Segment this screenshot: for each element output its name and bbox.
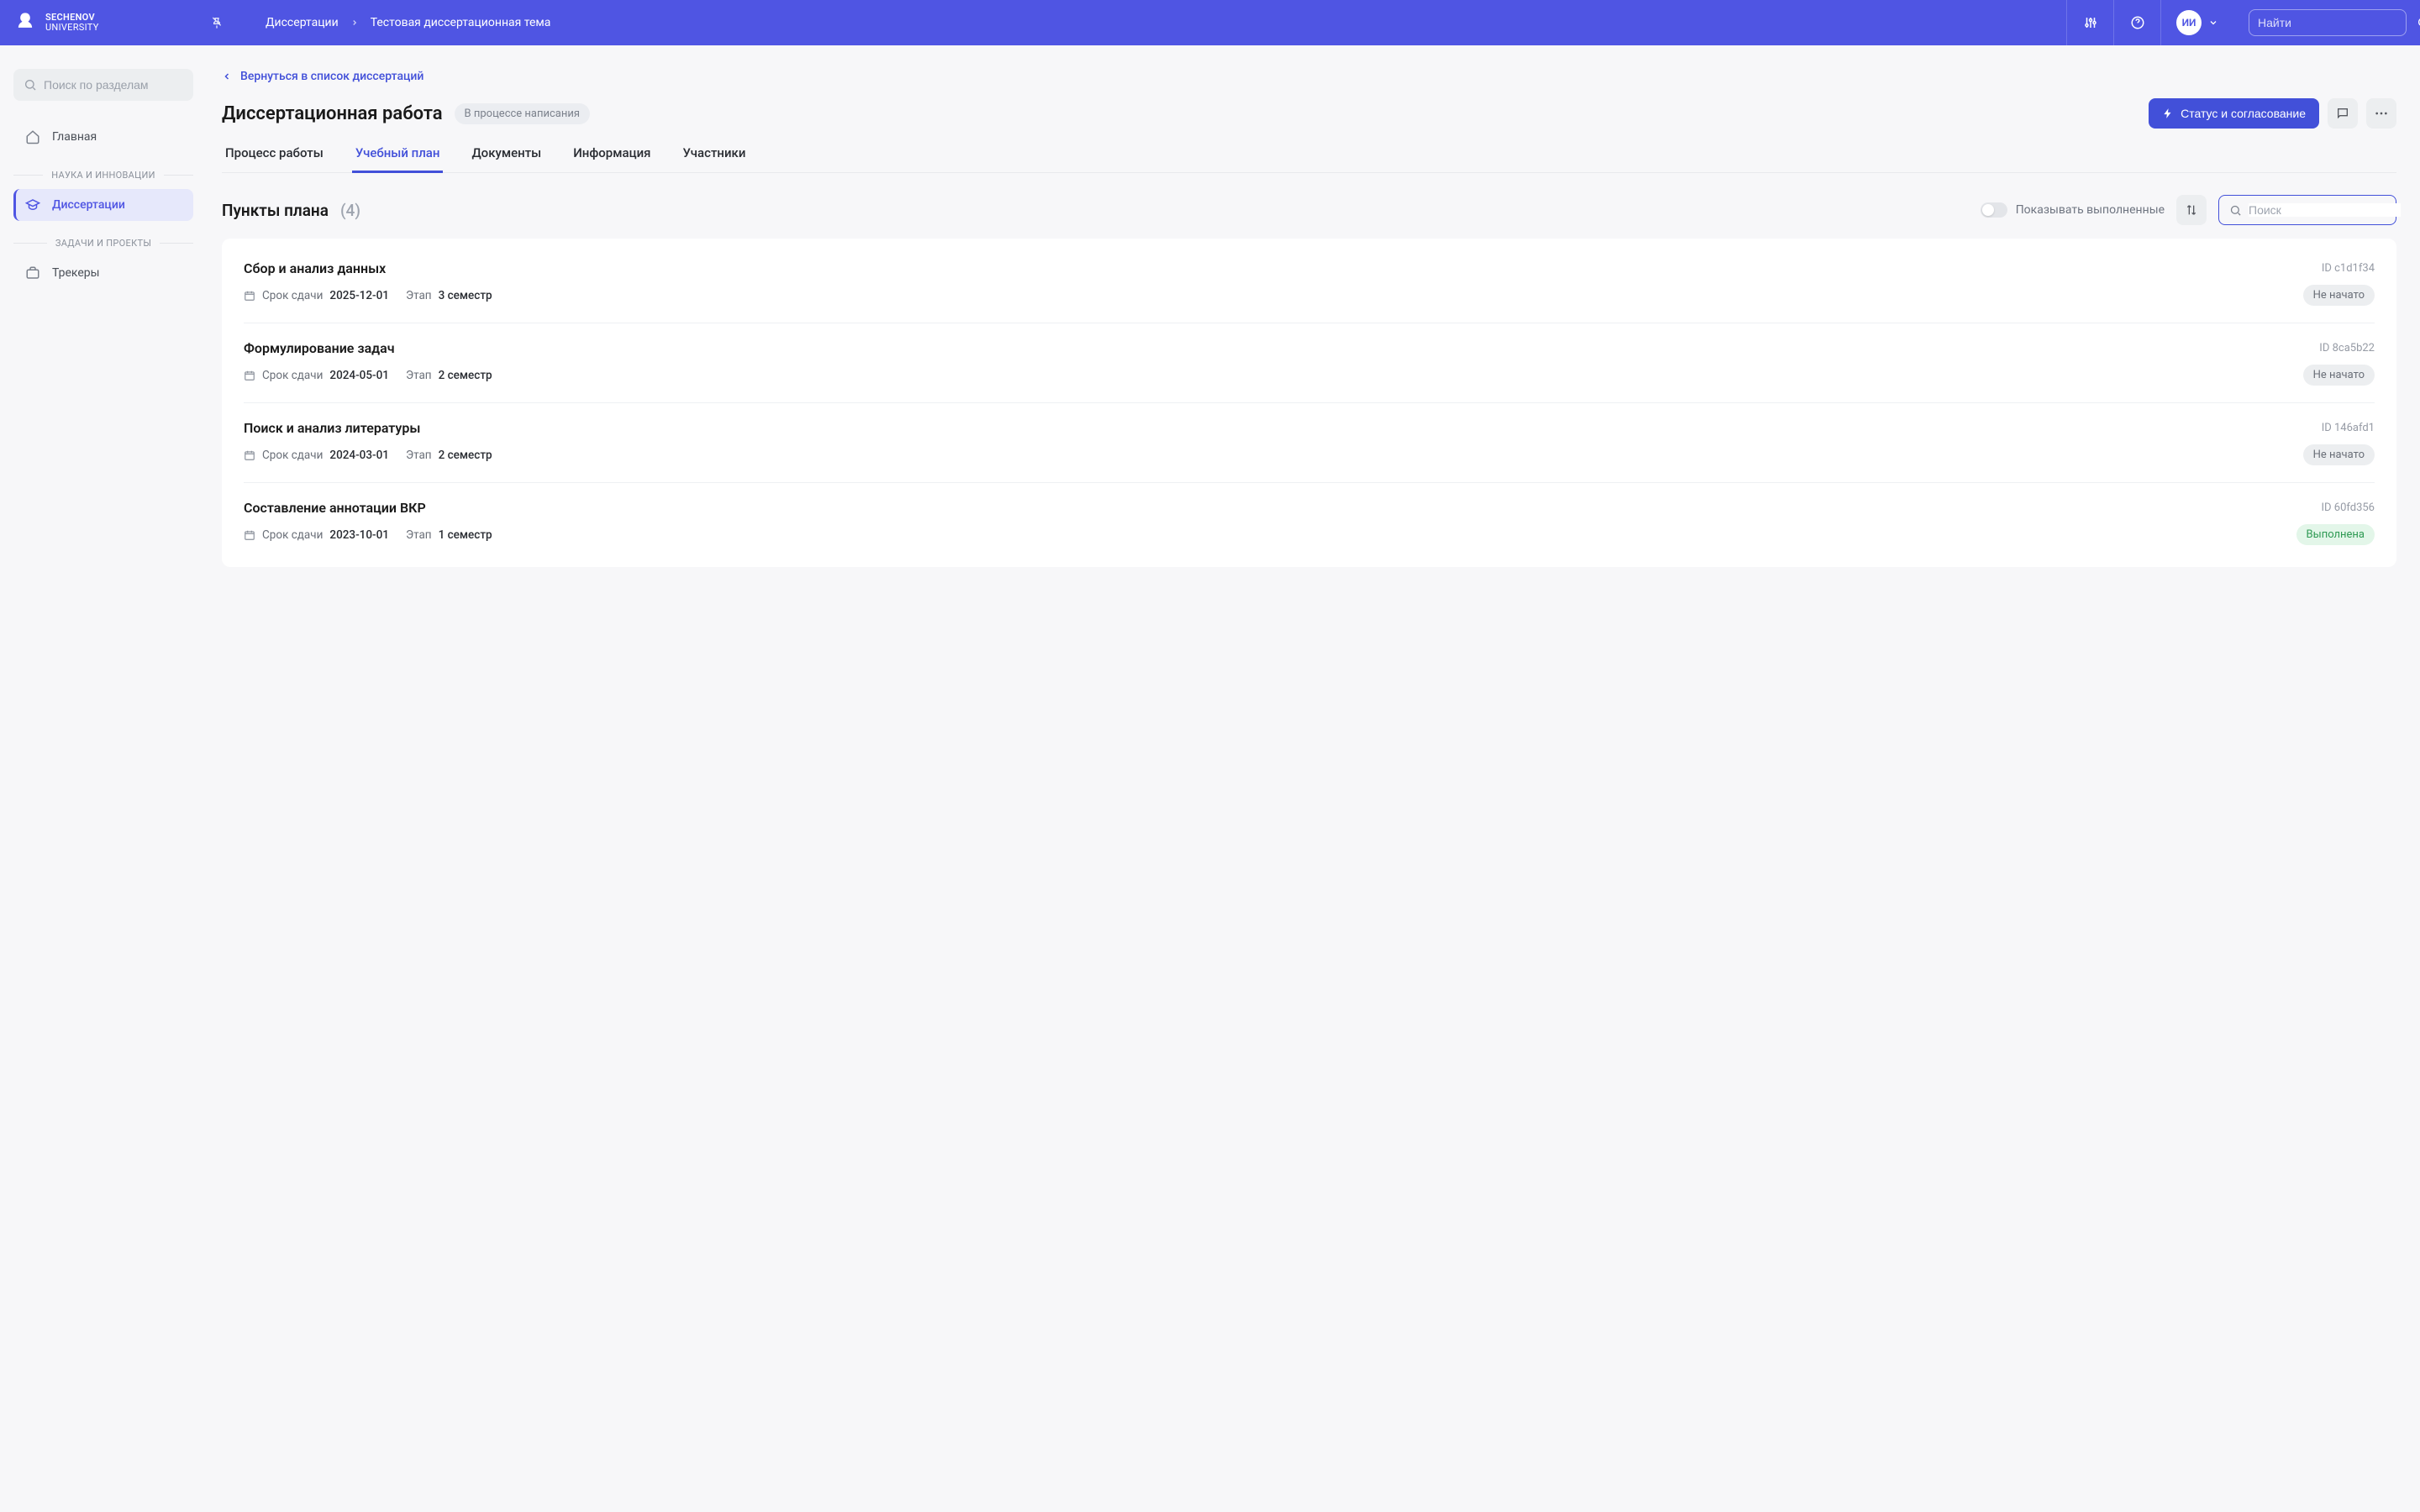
plan-item-status: Выполнена [2296,524,2375,545]
due-value: 2025-12-01 [329,289,389,302]
stage-label: Этап [406,289,432,302]
plan-item[interactable]: Поиск и анализ литературы ID 146afd1 Сро… [244,403,2375,483]
graduation-icon [25,197,40,213]
plan-item-id: ID c1d1f34 [2322,262,2375,275]
stage-label: Этап [406,449,432,462]
stage-label: Этап [406,369,432,382]
plan-item[interactable]: Сбор и анализ данных ID c1d1f34 Срок сда… [244,244,2375,323]
calendar-icon [244,290,255,302]
tab-0[interactable]: Процесс работы [222,145,327,173]
plan-search[interactable] [2218,195,2396,225]
sidebar-item-dissertations[interactable]: Диссертации [13,189,193,221]
plan-item-title: Составление аннотации ВКР [244,500,426,516]
tab-2[interactable]: Документы [468,145,544,173]
stage-value: 3 семестр [439,289,492,302]
due-label: Срок сдачи [262,449,323,462]
sidebar-section-tasks: ЗАДАЧИ И ПРОЕКТЫ [13,238,193,249]
plan-item[interactable]: Составление аннотации ВКР ID 60fd356 Сро… [244,483,2375,562]
sidebar-item-label: Главная [52,130,97,144]
plan-item-status: Не начато [2303,285,2375,306]
status-badge: В процессе написания [455,103,590,124]
chevron-left-icon [222,71,232,81]
breadcrumb-item-current[interactable]: Тестовая диссертационная тема [371,16,551,29]
stage-value: 2 семестр [439,369,492,382]
sidebar-search-input[interactable] [44,78,196,92]
logo-icon [13,11,37,34]
plan-item-status: Не начато [2303,365,2375,386]
toggle-label: Показывать выполненные [2016,203,2165,217]
plan-item-id: ID 60fd356 [2321,501,2375,514]
back-link[interactable]: Вернуться в список диссертаций [222,70,424,83]
due-label: Срок сдачи [262,369,323,382]
briefcase-icon [25,265,40,281]
stage-value: 2 семестр [439,449,492,462]
plan-item-id: ID 146afd1 [2322,422,2375,434]
main-content: Вернуться в список диссертаций Диссертац… [207,45,2420,591]
tab-4[interactable]: Участники [680,145,750,173]
pin-button[interactable] [207,13,227,33]
sort-button[interactable] [2176,195,2207,225]
due-value: 2023-10-01 [329,528,389,542]
app-header: SECHENOV UNIVERSITY Диссертации Тестовая… [0,0,2420,45]
tab-3[interactable]: Информация [570,145,654,173]
tabs: Процесс работы Учебный план Документы Инфор… [222,145,2396,173]
global-search[interactable] [2249,9,2407,36]
calendar-icon [244,529,255,541]
plan-search-input[interactable] [2249,203,2401,217]
breadcrumb: Диссертации Тестовая диссертационная тем… [266,16,550,29]
logo[interactable]: SECHENOV UNIVERSITY [13,11,193,34]
plan-list: Сбор и анализ данных ID c1d1f34 Срок сда… [222,239,2396,567]
sidebar-item-label: Трекеры [52,266,100,280]
sidebar-item-trackers[interactable]: Трекеры [13,257,193,289]
chevron-right-icon [350,18,359,27]
chevron-down-icon [2208,18,2218,28]
sidebar-section-science: НАУКА И ИННОВАЦИИ [13,170,193,181]
search-icon [24,78,37,92]
plan-item-id: ID 8ca5b22 [2319,342,2375,354]
plan-item[interactable]: Формулирование задач ID 8ca5b22 Срок сда… [244,323,2375,403]
home-icon [25,129,40,144]
due-label: Срок сдачи [262,528,323,542]
global-search-input[interactable] [2258,16,2410,29]
lightning-icon [2162,108,2174,119]
page-title: Диссертационная работа [222,103,443,124]
plan-count: (4) [340,201,360,220]
breadcrumb-item-root[interactable]: Диссертации [266,16,339,29]
plan-item-title: Формулирование задач [244,340,395,356]
avatar: ИИ [2176,10,2202,35]
stage-value: 1 семестр [439,528,492,542]
help-button[interactable] [2113,0,2160,45]
comments-button[interactable] [2328,98,2358,129]
tab-1[interactable]: Учебный план [352,145,444,173]
calendar-icon [244,449,255,461]
due-value: 2024-05-01 [329,369,389,382]
status-approval-button[interactable]: Статус и согласование [2149,98,2319,129]
search-icon [2229,204,2242,217]
sidebar-item-label: Диссертации [52,198,125,212]
calendar-icon [244,370,255,381]
sidebar: Главная НАУКА И ИННОВАЦИИ Диссертации ЗА… [0,45,207,591]
sidebar-search[interactable] [13,69,193,101]
search-icon [2417,16,2420,29]
plan-item-title: Поиск и анализ литературы [244,420,420,436]
plan-item-status: Не начато [2303,444,2375,465]
sidebar-item-home[interactable]: Главная [13,121,193,153]
settings-sliders-button[interactable] [2066,0,2113,45]
user-menu[interactable]: ИИ [2160,0,2233,45]
due-value: 2024-03-01 [329,449,389,462]
logo-text: SECHENOV UNIVERSITY [45,13,99,33]
show-completed-toggle[interactable]: Показывать выполненные [1981,202,2165,218]
more-button[interactable] [2366,98,2396,129]
plan-item-title: Сбор и анализ данных [244,260,386,276]
toggle-switch[interactable] [1981,202,2007,218]
plan-title: Пункты плана [222,201,329,220]
due-label: Срок сдачи [262,289,323,302]
stage-label: Этап [406,528,432,542]
